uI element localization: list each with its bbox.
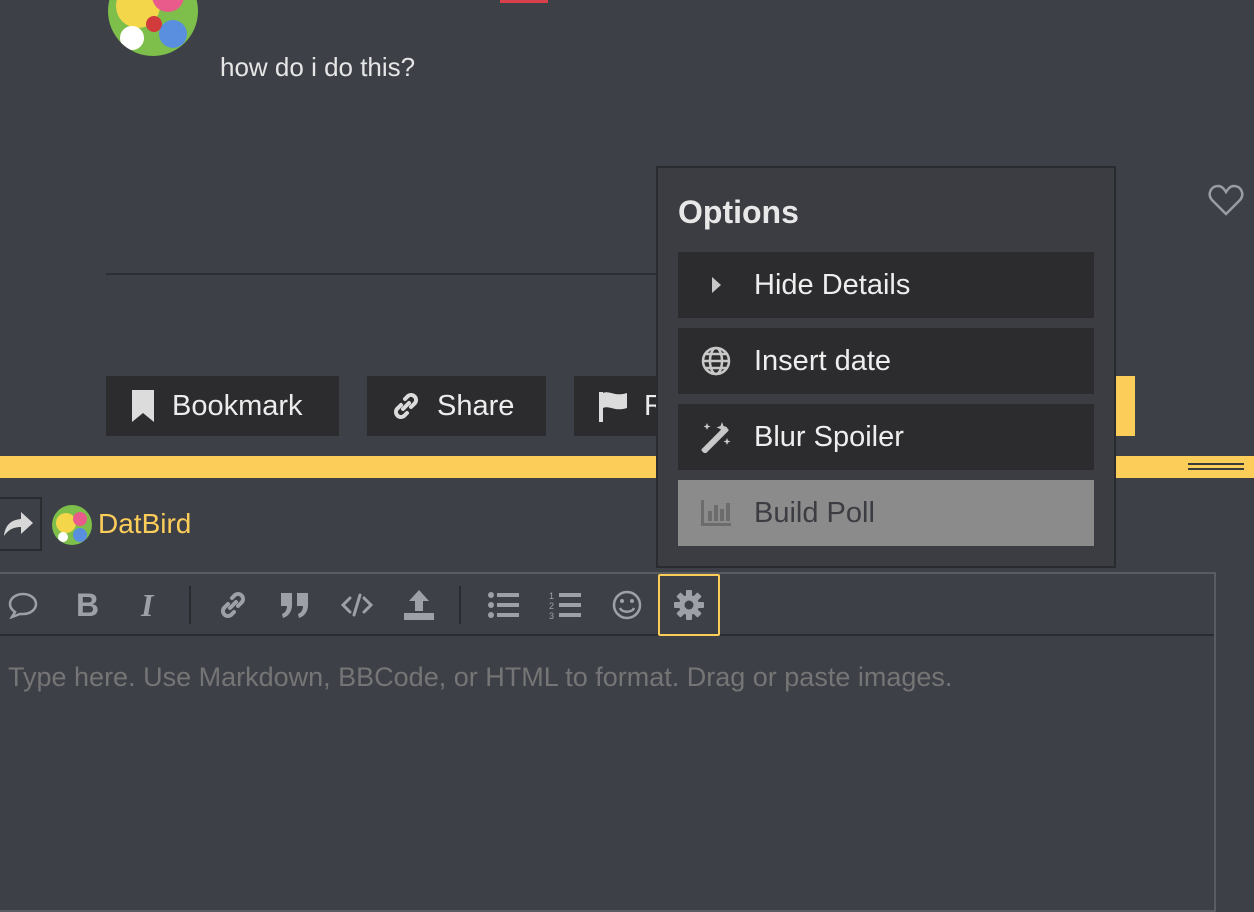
share-label: Share	[437, 389, 515, 422]
speech-bubble-icon[interactable]	[0, 574, 54, 636]
gear-icon[interactable]	[658, 574, 720, 636]
blur-spoiler-option[interactable]: Blur Spoiler	[678, 404, 1094, 470]
reply-text-input[interactable]	[8, 662, 1188, 693]
avatar[interactable]	[108, 0, 198, 56]
option-label: Insert date	[754, 344, 892, 377]
bold-icon[interactable]: B	[56, 574, 118, 636]
option-label: Hide Details	[754, 268, 911, 301]
post-text: how do i do this?	[220, 52, 416, 82]
user-avatar[interactable]	[52, 505, 92, 545]
svg-text:2: 2	[549, 601, 554, 611]
bookmark-label: Bookmark	[172, 389, 303, 422]
options-menu-title: Options	[678, 194, 799, 230]
svg-text:I: I	[140, 590, 155, 620]
link-icon	[391, 391, 421, 421]
numbered-list-icon[interactable]: 123	[534, 574, 596, 636]
hide-details-option[interactable]: Hide Details	[678, 252, 1094, 318]
svg-text:3: 3	[549, 611, 554, 619]
insert-date-option[interactable]: Insert date	[678, 328, 1094, 394]
username[interactable]: DatBird	[98, 508, 191, 540]
link-icon[interactable]	[202, 574, 264, 636]
code-icon[interactable]	[326, 574, 388, 636]
share-button[interactable]: Share	[367, 376, 546, 436]
toolbar-divider	[459, 586, 461, 624]
emoji-icon[interactable]	[596, 574, 658, 636]
option-label: Build Poll	[754, 496, 875, 529]
bullet-list-icon[interactable]	[472, 574, 534, 636]
svg-text:1: 1	[549, 591, 554, 601]
upload-icon[interactable]	[388, 574, 450, 636]
bookmark-button[interactable]: Bookmark	[106, 376, 339, 436]
resize-handle[interactable]	[1188, 463, 1244, 471]
like-heart-icon[interactable]	[1208, 183, 1244, 217]
decorative-mark	[500, 0, 548, 3]
flag-icon	[598, 390, 628, 422]
italic-icon[interactable]: I	[118, 574, 180, 636]
reply-arrow-icon	[3, 510, 35, 538]
svg-text:B: B	[76, 590, 99, 620]
reply-editor: B I 123	[0, 572, 1216, 912]
options-menu: Options Hide Details Insert date Blur Sp…	[656, 166, 1116, 568]
globe-icon	[678, 345, 754, 377]
editor-toolbar: B I 123	[0, 574, 1214, 636]
bookmark-icon	[130, 390, 156, 422]
quote-icon[interactable]	[264, 574, 326, 636]
bar-chart-icon	[678, 499, 754, 527]
toolbar-divider	[189, 586, 191, 624]
build-poll-option[interactable]: Build Poll	[678, 480, 1094, 546]
magic-wand-icon	[678, 421, 754, 453]
caret-right-icon	[678, 276, 754, 294]
option-label: Blur Spoiler	[754, 420, 904, 453]
post-divider	[106, 273, 726, 275]
reply-arrow-button[interactable]	[0, 497, 42, 551]
